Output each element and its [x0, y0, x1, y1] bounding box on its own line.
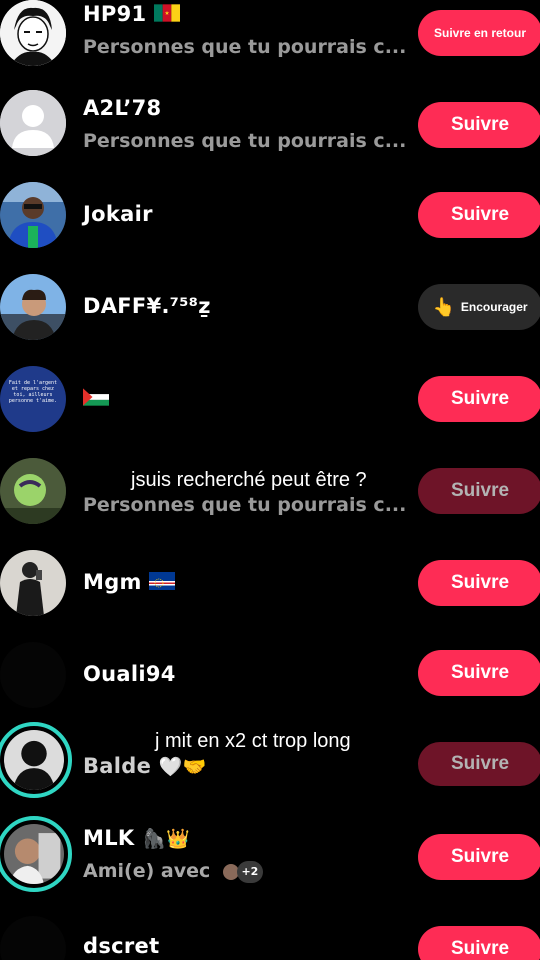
photo-avatar[interactable] [0, 274, 66, 340]
user-row[interactable]: Mgm Suivre [0, 546, 540, 638]
user-subtitle: Personnes que tu pourrais c... [83, 130, 407, 152]
cape-verde-flag-icon [149, 571, 176, 595]
user-name[interactable]: A2L’78 [83, 96, 161, 120]
mutual-count-badge: +2 [236, 860, 263, 883]
user-row[interactable]: Ouali94 Suivre [0, 638, 540, 730]
user-row[interactable]: Fait de l'argent et repars chez toi, ail… [0, 362, 540, 454]
user-row[interactable]: MLK 🦍👑 Ami(e) avec +2 Suivre [0, 816, 540, 908]
anime-boy-avatar[interactable] [0, 0, 66, 66]
user-subtitle: Personnes que tu pourrais c... [83, 494, 407, 516]
photo-avatar-story-ring[interactable] [0, 816, 72, 892]
user-name[interactable]: Ouali94 [83, 662, 176, 686]
cameroon-flag-icon [154, 3, 181, 27]
user-subtitle: Personnes que tu pourrais c... [83, 36, 407, 58]
user-row[interactable]: A2L’78 Personnes que tu pourrais c... Su… [0, 86, 540, 178]
user-name[interactable]: MLK 🦍👑 [83, 826, 190, 850]
photo-avatar[interactable] [0, 550, 66, 616]
follow-button[interactable]: Suivre [418, 834, 540, 880]
text-image-avatar[interactable]: Fait de l'argent et repars chez toi, ail… [0, 366, 66, 432]
user-name[interactable]: DAFF¥.⁷⁵⁸ẕ [83, 294, 211, 318]
follow-back-button[interactable]: Suivre en retour [418, 10, 540, 56]
white-heart-handshake-icon: 🤍🤝 [158, 756, 207, 778]
dark-avatar[interactable] [0, 916, 66, 960]
follow-button[interactable]: Suivre [418, 926, 540, 960]
user-subtitle: Ami(e) avec +2 [83, 860, 263, 883]
photo-avatar[interactable] [0, 458, 66, 524]
pointing-hand-icon: 👆 [432, 296, 455, 317]
avatar-caption: Fait de l'argent et repars chez toi, ail… [8, 380, 58, 404]
user-name[interactable]: Mgm [83, 570, 176, 595]
user-row[interactable]: dscret Suivre [0, 912, 540, 960]
user-name[interactable]: Balde 🤍🤝 [83, 754, 207, 778]
follow-button[interactable]: Suivre [418, 742, 540, 786]
follow-button[interactable]: Suivre [418, 560, 540, 606]
user-name[interactable]: Jokair [83, 202, 153, 226]
follow-button[interactable]: Suivre [418, 192, 540, 238]
follow-button[interactable]: Suivre [418, 468, 540, 514]
photo-avatar[interactable] [0, 182, 66, 248]
user-name[interactable]: HP91 [83, 2, 181, 27]
user-row[interactable]: Personnes que tu pourrais c... Suivre [0, 454, 540, 546]
gorilla-crown-icon: 🦍👑 [142, 828, 190, 850]
user-row[interactable]: Jokair Suivre [0, 178, 540, 270]
follow-button[interactable]: Suivre [418, 650, 540, 696]
user-name[interactable]: dscret [83, 934, 159, 958]
user-row[interactable]: DAFF¥.⁷⁵⁸ẕ 👆 Encourager [0, 270, 540, 362]
video-caption: j mit en x2 ct trop long [155, 730, 351, 752]
dark-avatar[interactable] [0, 642, 66, 708]
user-row[interactable]: HP91 Personnes que tu pourrais c... Suiv… [0, 0, 540, 88]
encourage-button[interactable]: 👆 Encourager [418, 284, 540, 330]
default-user-avatar[interactable] [0, 90, 66, 156]
follow-button[interactable]: Suivre [418, 376, 540, 422]
photo-avatar-story-ring[interactable] [0, 722, 72, 798]
video-caption: jsuis recherché peut être ? [131, 469, 367, 491]
palestine-flag-icon [83, 387, 109, 411]
user-name[interactable] [83, 386, 109, 411]
follow-button[interactable]: Suivre [418, 102, 540, 148]
